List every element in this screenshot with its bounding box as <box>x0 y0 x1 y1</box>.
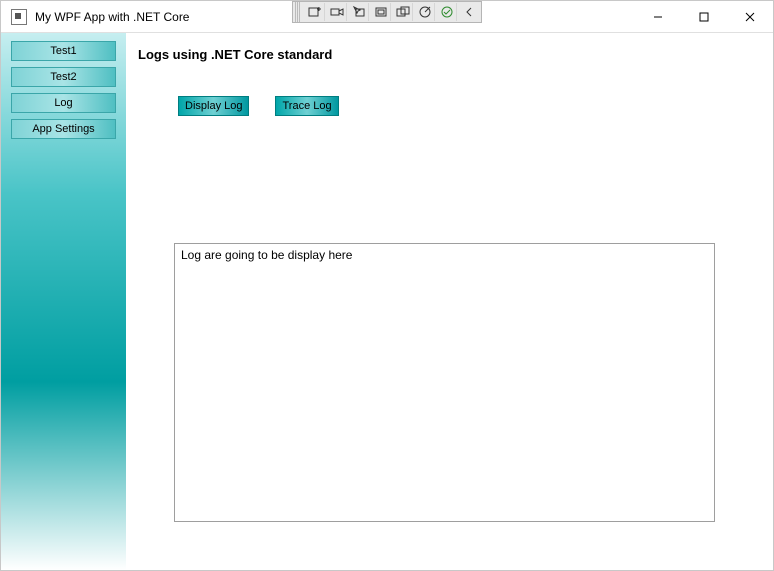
toolbar-overlap-rect-icon[interactable] <box>393 3 413 21</box>
log-output[interactable]: Log are going to be display here <box>174 243 715 522</box>
sidebar-item-app-settings[interactable]: App Settings <box>11 119 116 139</box>
sidebar-item-label: App Settings <box>32 123 94 135</box>
toolbar-rect-icon[interactable] <box>371 3 391 21</box>
app-window: My WPF App with .NET Core <box>0 0 774 571</box>
toolbar-ok-icon[interactable] <box>437 3 457 21</box>
toolbar-pointer-rect-icon[interactable] <box>349 3 369 21</box>
log-output-text: Log are going to be display here <box>181 248 352 262</box>
window-controls <box>635 1 773 33</box>
sidebar-item-label: Log <box>54 97 72 109</box>
toolbar-camcorder-icon[interactable] <box>327 3 347 21</box>
button-label: Display Log <box>185 100 242 112</box>
sidebar-item-log[interactable]: Log <box>11 93 116 113</box>
trace-log-button[interactable]: Trace Log <box>275 96 338 116</box>
sidebar-item-test2[interactable]: Test2 <box>11 67 116 87</box>
toolbar-collapse-icon[interactable] <box>459 3 479 21</box>
toolbar-target-icon[interactable] <box>415 3 435 21</box>
app-icon <box>11 9 27 25</box>
close-button[interactable] <box>727 1 773 33</box>
display-log-button[interactable]: Display Log <box>178 96 249 116</box>
client-area: Test1 Test2 Log App Settings Logs using … <box>1 33 773 570</box>
maximize-button[interactable] <box>681 1 727 33</box>
debug-toolbar <box>292 1 482 23</box>
page-heading: Logs using .NET Core standard <box>138 47 753 62</box>
action-row: Display Log Trace Log <box>178 96 753 116</box>
main-panel: Logs using .NET Core standard Display Lo… <box>126 33 773 570</box>
toolbar-grip[interactable] <box>295 2 301 22</box>
sidebar-item-label: Test1 <box>50 45 76 57</box>
title-bar: My WPF App with .NET Core <box>1 1 773 33</box>
sidebar-item-test1[interactable]: Test1 <box>11 41 116 61</box>
minimize-button[interactable] <box>635 1 681 33</box>
toolbar-add-window-icon[interactable] <box>305 3 325 21</box>
window-title: My WPF App with .NET Core <box>35 10 189 24</box>
sidebar: Test1 Test2 Log App Settings <box>1 33 126 570</box>
button-label: Trace Log <box>282 100 331 112</box>
sidebar-item-label: Test2 <box>50 71 76 83</box>
